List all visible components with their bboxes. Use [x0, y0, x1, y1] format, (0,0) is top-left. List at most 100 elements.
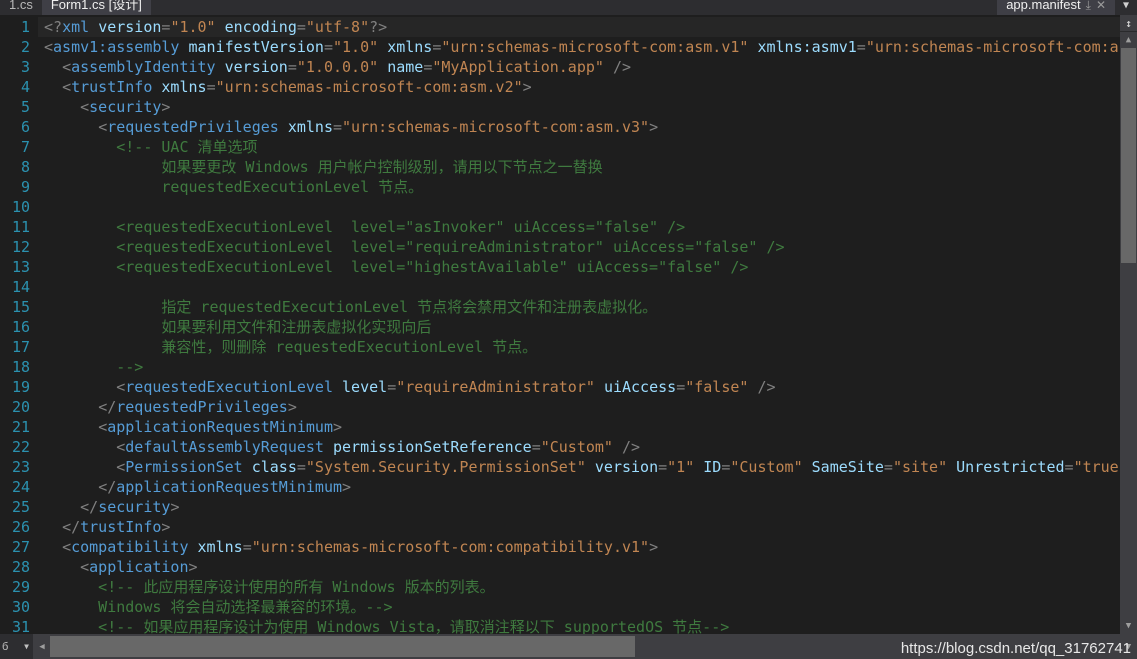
scroll-up-arrow-icon[interactable]: ▲ [1120, 32, 1137, 48]
code-line[interactable]: 27 <compatibility xmlns="urn:schemas-mic… [0, 537, 1120, 557]
line-text: <compatibility xmlns="urn:schemas-micros… [38, 537, 1120, 557]
token-punct: = [242, 538, 252, 556]
horizontal-scrollbar[interactable]: ◀ [34, 634, 1120, 659]
code-line[interactable]: 8 如果要更改 Windows 用户帐户控制级别，请用以下节点之一替换 [0, 157, 1120, 177]
line-text: <assemblyIdentity version="1.0.0.0" name… [38, 57, 1120, 77]
code-line[interactable]: 7 <!-- UAC 清单选项 [0, 137, 1120, 157]
line-text: </security> [38, 497, 1120, 517]
vertical-scroll-thumb[interactable] [1121, 48, 1136, 263]
line-number: 25 [11, 498, 30, 516]
line-text: 兼容性，则删除 requestedExecutionLevel 节点。 [38, 337, 1120, 357]
scroll-down-arrow-icon[interactable]: ▼ [1120, 618, 1137, 634]
code-line[interactable]: 28 <application> [0, 557, 1120, 577]
line-number: 16 [11, 318, 30, 336]
code-editor-surface[interactable]: 1 <?xml version="1.0" encoding="utf-8"?> 2… [0, 15, 1120, 634]
code-line[interactable]: 14 [0, 277, 1120, 297]
code-line[interactable]: 6 <requestedPrivileges xmlns="urn:schema… [0, 117, 1120, 137]
line-text: <requestedExecutionLevel level="requireA… [38, 377, 1120, 397]
token-punct: < [98, 418, 108, 436]
vertical-scrollbar[interactable]: ↕ ▲ ▼ [1120, 15, 1137, 634]
code-line[interactable]: 24 </applicationRequestMinimum> [0, 477, 1120, 497]
scroll-down-corner-arrow-icon[interactable]: ▼ [1120, 634, 1137, 659]
token-punct: < [62, 78, 72, 96]
navigation-dropdown-value: б [2, 640, 9, 653]
code-line[interactable]: 15 指定 requestedExecutionLevel 节点将会禁用文件和注… [0, 297, 1120, 317]
code-line[interactable]: 30 Windows 将会自动选择最兼容的环境。--> [0, 597, 1120, 617]
line-text: <application> [38, 557, 1120, 577]
code-line[interactable]: 17 兼容性，则删除 requestedExecutionLevel 节点。 [0, 337, 1120, 357]
chevron-down-icon[interactable]: ▼ [24, 642, 29, 651]
line-number: 28 [11, 558, 30, 576]
code-line[interactable]: 1 <?xml version="1.0" encoding="utf-8"?> [0, 17, 1120, 37]
code-line[interactable]: 5 <security> [0, 97, 1120, 117]
token-punct: > [188, 558, 198, 576]
editor-body: 1 <?xml version="1.0" encoding="utf-8"?> 2… [0, 15, 1137, 634]
tab-app-manifest[interactable]: app.manifest ⤓ ✕ [997, 0, 1115, 15]
horizontal-scroll-track[interactable] [50, 634, 1120, 659]
tab-label: Form1.cs [设计] [50, 0, 142, 12]
line-text: <!-- UAC 清单选项 [38, 137, 1120, 157]
code-line[interactable]: 18 --> [0, 357, 1120, 377]
code-line[interactable]: 25 </security> [0, 497, 1120, 517]
code-line[interactable]: 10 [0, 197, 1120, 217]
vertical-scroll-track[interactable] [1120, 48, 1137, 618]
token-attr: xmlns:asmv1 [757, 38, 857, 56]
code-line[interactable]: 31 <!-- 如果应用程序设计为使用 Windows Vista，请取消注释以… [0, 617, 1120, 634]
line-number: 9 [20, 178, 30, 196]
token-tag: asmv1:assembly [53, 38, 180, 56]
code-line[interactable]: 26 </trustInfo> [0, 517, 1120, 537]
code-line[interactable]: 19 <requestedExecutionLevel level="requi… [0, 377, 1120, 397]
token-tag: security [89, 98, 162, 116]
tab-form1cs-design[interactable]: Form1.cs [设计] [41, 0, 151, 15]
token-attr: encoding [224, 18, 297, 36]
line-text: <applicationRequestMinimum> [38, 417, 1120, 437]
token-punct: </ [80, 498, 99, 516]
line-number: 4 [20, 78, 30, 96]
split-view-icon[interactable]: ↕ [1120, 15, 1137, 32]
horizontal-scroll-thumb[interactable] [50, 636, 635, 657]
token-punct: = [658, 458, 668, 476]
token-val: "Custom" [540, 438, 613, 456]
close-icon[interactable]: ✕ [1096, 0, 1106, 11]
code-line[interactable]: 20 </requestedPrivileges> [0, 397, 1120, 417]
code-line[interactable]: 22 <defaultAssemblyRequest permissionSet… [0, 437, 1120, 457]
code-line[interactable]: 29 <!-- 此应用程序设计使用的所有 Windows 版本的列表。 [0, 577, 1120, 597]
code-line[interactable]: 4 <trustInfo xmlns="urn:schemas-microsof… [0, 77, 1120, 97]
code-line[interactable]: 16 如果要利用文件和注册表虚拟化实现向后 [0, 317, 1120, 337]
token-comment: <requestedExecutionLevel level="highestA… [44, 258, 749, 276]
line-text: Windows 将会自动选择最兼容的环境。--> [38, 597, 1120, 617]
tab-1cs[interactable]: 1.cs [0, 0, 42, 15]
token-attr: permissionSetReference [333, 438, 532, 456]
chevron-down-icon[interactable]: ▼ [1115, 0, 1137, 13]
code-line[interactable]: 13 <requestedExecutionLevel level="highe… [0, 257, 1120, 277]
token-punct: < [62, 538, 72, 556]
line-number: 10 [11, 198, 30, 216]
line-number: 11 [11, 218, 30, 236]
navigation-dropdown[interactable]: б ▼ [0, 634, 34, 659]
token-punct: < [80, 98, 90, 116]
token-punct: = [531, 438, 541, 456]
pin-icon[interactable]: ⤓ [1086, 0, 1091, 11]
token-punct: > [333, 418, 343, 436]
token-punct: < [116, 378, 126, 396]
code-line[interactable]: 3 <assemblyIdentity version="1.0.0.0" na… [0, 57, 1120, 77]
code-line[interactable]: 21 <applicationRequestMinimum> [0, 417, 1120, 437]
token-tag: trustInfo [71, 78, 153, 96]
scroll-left-arrow-icon[interactable]: ◀ [34, 634, 50, 659]
line-text: 如果要利用文件和注册表虚拟化实现向后 [38, 317, 1120, 337]
code-line[interactable]: 2 <asmv1:assembly manifestVersion="1.0" x… [0, 37, 1120, 57]
code-line[interactable]: 9 requestedExecutionLevel 节点。 [0, 177, 1120, 197]
code-line[interactable]: 12 <requestedExecutionLevel level="requi… [0, 237, 1120, 257]
token-punct: = [676, 378, 686, 396]
code-line[interactable]: 23 <PermissionSet class="System.Security… [0, 457, 1120, 477]
code-line[interactable]: 11 <requestedExecutionLevel level="asInv… [0, 217, 1120, 237]
